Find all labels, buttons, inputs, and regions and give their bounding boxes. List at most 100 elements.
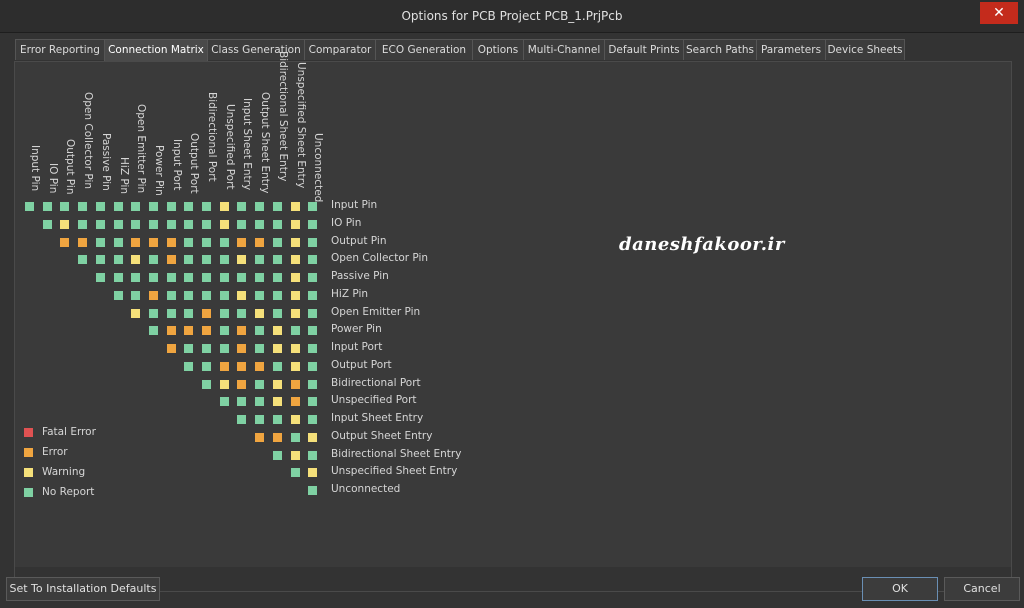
matrix-cell-open-collector-pin-bidirectional-sheet-entry[interactable]	[272, 255, 282, 265]
matrix-cell-input-port-bidirectional-port[interactable]	[202, 344, 211, 353]
matrix-cell-output-sheet-entry-bidirectional-sheet-entry[interactable]	[272, 432, 282, 442]
matrix-cell-open-collector-pin-input-sheet-entry[interactable]	[237, 255, 247, 265]
matrix-cell-hiz-pin-output-sheet-entry[interactable]	[255, 290, 265, 300]
matrix-cell-output-pin-open-emitter-pin[interactable]	[131, 237, 141, 247]
matrix-cell-passive-pin-hiz-pin[interactable]	[113, 273, 123, 282]
matrix-cell-bidirectional-port-bidirectional-sheet-entry[interactable]	[272, 379, 282, 389]
matrix-cell-hiz-pin-open-emitter-pin[interactable]	[131, 290, 141, 300]
matrix-cell-input-pin-output-sheet-entry[interactable]	[255, 202, 265, 211]
matrix-cell-bidirectional-sheet-entry-unconnected[interactable]	[308, 450, 318, 460]
matrix-cell-input-pin-bidirectional-port[interactable]	[202, 202, 211, 211]
matrix-cell-power-pin-power-pin[interactable]	[148, 326, 158, 336]
matrix-cell-bidirectional-port-unconnected[interactable]	[308, 379, 318, 389]
matrix-cell-open-emitter-pin-power-pin[interactable]	[148, 308, 158, 318]
matrix-cell-power-pin-bidirectional-sheet-entry[interactable]	[272, 326, 282, 336]
matrix-cell-open-collector-pin-input-port[interactable]	[166, 255, 176, 265]
matrix-cell-input-pin-unspecified-sheet-entry[interactable]	[290, 202, 300, 211]
matrix-cell-power-pin-input-port[interactable]	[166, 326, 176, 336]
matrix-cell-output-pin-output-pin[interactable]	[60, 237, 70, 247]
matrix-cell-passive-pin-unspecified-port[interactable]	[219, 273, 229, 282]
matrix-cell-input-pin-hiz-pin[interactable]	[113, 202, 123, 211]
matrix-cell-unspecified-port-output-sheet-entry[interactable]	[255, 397, 265, 407]
tab-device-sheets[interactable]: Device Sheets	[825, 39, 905, 60]
matrix-cell-output-pin-output-port[interactable]	[184, 237, 194, 247]
matrix-cell-output-port-unspecified-port[interactable]	[219, 361, 229, 371]
matrix-cell-io-pin-hiz-pin[interactable]	[113, 219, 123, 229]
matrix-cell-output-pin-output-sheet-entry[interactable]	[255, 237, 265, 247]
tab-connection-matrix[interactable]: Connection Matrix	[104, 39, 208, 61]
matrix-cell-unspecified-sheet-entry-unconnected[interactable]	[308, 468, 318, 478]
matrix-cell-open-collector-pin-power-pin[interactable]	[148, 255, 158, 265]
matrix-cell-passive-pin-input-port[interactable]	[166, 273, 176, 282]
matrix-cell-open-collector-pin-hiz-pin[interactable]	[113, 255, 123, 265]
matrix-cell-output-pin-hiz-pin[interactable]	[113, 237, 123, 247]
matrix-cell-input-pin-passive-pin[interactable]	[95, 202, 105, 211]
matrix-cell-input-pin-bidirectional-sheet-entry[interactable]	[272, 202, 282, 211]
matrix-cell-open-emitter-pin-unspecified-sheet-entry[interactable]	[290, 308, 300, 318]
matrix-cell-io-pin-output-sheet-entry[interactable]	[255, 219, 265, 229]
matrix-cell-hiz-pin-hiz-pin[interactable]	[113, 290, 123, 300]
matrix-cell-open-collector-pin-unspecified-port[interactable]	[219, 255, 229, 265]
matrix-cell-open-emitter-pin-open-emitter-pin[interactable]	[131, 308, 141, 318]
matrix-cell-power-pin-unspecified-port[interactable]	[219, 326, 229, 336]
matrix-cell-input-sheet-entry-input-sheet-entry[interactable]	[237, 415, 247, 424]
matrix-cell-output-pin-bidirectional-port[interactable]	[202, 237, 211, 247]
matrix-cell-power-pin-output-sheet-entry[interactable]	[255, 326, 265, 336]
matrix-cell-input-port-unspecified-port[interactable]	[219, 344, 229, 353]
matrix-cell-output-pin-passive-pin[interactable]	[95, 237, 105, 247]
matrix-cell-io-pin-input-sheet-entry[interactable]	[237, 219, 247, 229]
matrix-cell-io-pin-unspecified-sheet-entry[interactable]	[290, 219, 300, 229]
matrix-cell-io-pin-output-pin[interactable]	[60, 219, 70, 229]
matrix-cell-open-collector-pin-unconnected[interactable]	[308, 255, 318, 265]
matrix-cell-input-pin-input-pin[interactable]	[25, 202, 34, 211]
matrix-cell-open-collector-pin-unspecified-sheet-entry[interactable]	[290, 255, 300, 265]
matrix-cell-output-sheet-entry-unspecified-sheet-entry[interactable]	[290, 432, 300, 442]
matrix-cell-output-pin-unspecified-sheet-entry[interactable]	[290, 237, 300, 247]
tab-class-generation[interactable]: Class Generation	[207, 39, 305, 60]
matrix-cell-passive-pin-unconnected[interactable]	[308, 273, 318, 282]
matrix-cell-output-pin-unconnected[interactable]	[308, 237, 318, 247]
matrix-cell-input-port-bidirectional-sheet-entry[interactable]	[272, 344, 282, 353]
matrix-cell-unspecified-port-unspecified-port[interactable]	[219, 397, 229, 407]
matrix-cell-output-sheet-entry-unconnected[interactable]	[308, 432, 318, 442]
tab-default-prints[interactable]: Default Prints	[604, 39, 684, 60]
close-button[interactable]: ✕	[980, 2, 1018, 24]
matrix-cell-power-pin-input-sheet-entry[interactable]	[237, 326, 247, 336]
matrix-cell-power-pin-unspecified-sheet-entry[interactable]	[290, 326, 300, 336]
matrix-cell-open-collector-pin-bidirectional-port[interactable]	[202, 255, 211, 265]
matrix-cell-power-pin-bidirectional-port[interactable]	[202, 326, 211, 336]
matrix-cell-passive-pin-bidirectional-sheet-entry[interactable]	[272, 273, 282, 282]
matrix-cell-input-pin-output-pin[interactable]	[60, 202, 70, 211]
matrix-cell-output-pin-bidirectional-sheet-entry[interactable]	[272, 237, 282, 247]
matrix-cell-output-pin-input-sheet-entry[interactable]	[237, 237, 247, 247]
matrix-cell-hiz-pin-unspecified-port[interactable]	[219, 290, 229, 300]
matrix-cell-io-pin-open-emitter-pin[interactable]	[131, 219, 141, 229]
matrix-cell-bidirectional-sheet-entry-bidirectional-sheet-entry[interactable]	[272, 450, 282, 460]
matrix-cell-io-pin-open-collector-pin[interactable]	[78, 219, 88, 229]
matrix-cell-output-pin-input-port[interactable]	[166, 237, 176, 247]
matrix-cell-bidirectional-sheet-entry-unspecified-sheet-entry[interactable]	[290, 450, 300, 460]
matrix-cell-bidirectional-port-output-sheet-entry[interactable]	[255, 379, 265, 389]
matrix-cell-input-pin-input-sheet-entry[interactable]	[237, 202, 247, 211]
matrix-cell-output-sheet-entry-output-sheet-entry[interactable]	[255, 432, 265, 442]
matrix-cell-output-port-bidirectional-port[interactable]	[202, 361, 211, 371]
tab-multi-channel[interactable]: Multi-Channel	[523, 39, 605, 60]
matrix-cell-output-port-output-sheet-entry[interactable]	[255, 361, 265, 371]
matrix-cell-unconnected-unconnected[interactable]	[308, 486, 318, 495]
matrix-cell-power-pin-unconnected[interactable]	[308, 326, 318, 336]
matrix-cell-input-pin-output-port[interactable]	[184, 202, 194, 211]
matrix-cell-open-emitter-pin-input-sheet-entry[interactable]	[237, 308, 247, 318]
matrix-cell-open-emitter-pin-output-sheet-entry[interactable]	[255, 308, 265, 318]
matrix-cell-open-emitter-pin-unspecified-port[interactable]	[219, 308, 229, 318]
matrix-cell-input-sheet-entry-unspecified-sheet-entry[interactable]	[290, 415, 300, 424]
matrix-cell-input-port-input-sheet-entry[interactable]	[237, 344, 247, 353]
matrix-cell-output-port-unspecified-sheet-entry[interactable]	[290, 361, 300, 371]
matrix-cell-passive-pin-unspecified-sheet-entry[interactable]	[290, 273, 300, 282]
matrix-cell-input-pin-unspecified-port[interactable]	[219, 202, 229, 211]
matrix-cell-output-pin-power-pin[interactable]	[148, 237, 158, 247]
matrix-cell-open-collector-pin-open-emitter-pin[interactable]	[131, 255, 141, 265]
matrix-cell-input-pin-unconnected[interactable]	[308, 202, 318, 211]
tab-eco-generation[interactable]: ECO Generation	[375, 39, 473, 60]
matrix-cell-io-pin-output-port[interactable]	[184, 219, 194, 229]
matrix-cell-output-port-bidirectional-sheet-entry[interactable]	[272, 361, 282, 371]
